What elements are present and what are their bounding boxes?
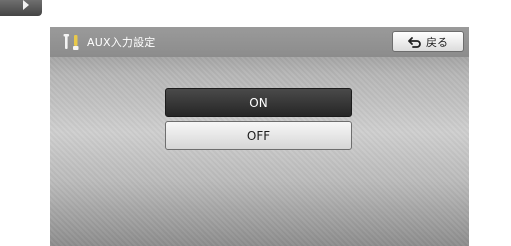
- on-label: ON: [249, 95, 268, 110]
- aux-settings-screen: AUX入力設定 戻る ON OFF: [50, 27, 469, 246]
- return-arrow-icon: [408, 36, 421, 48]
- header-bar: AUX入力設定 戻る: [50, 27, 469, 57]
- back-label: 戻る: [426, 35, 448, 49]
- off-label: OFF: [246, 128, 271, 143]
- off-button[interactable]: OFF: [165, 121, 352, 150]
- page-title: AUX入力設定: [87, 36, 156, 49]
- play-icon: [23, 0, 29, 10]
- back-button[interactable]: 戻る: [392, 31, 464, 52]
- wrench-icon: [63, 34, 79, 50]
- top-tab: [0, 0, 42, 16]
- on-button[interactable]: ON: [165, 88, 352, 117]
